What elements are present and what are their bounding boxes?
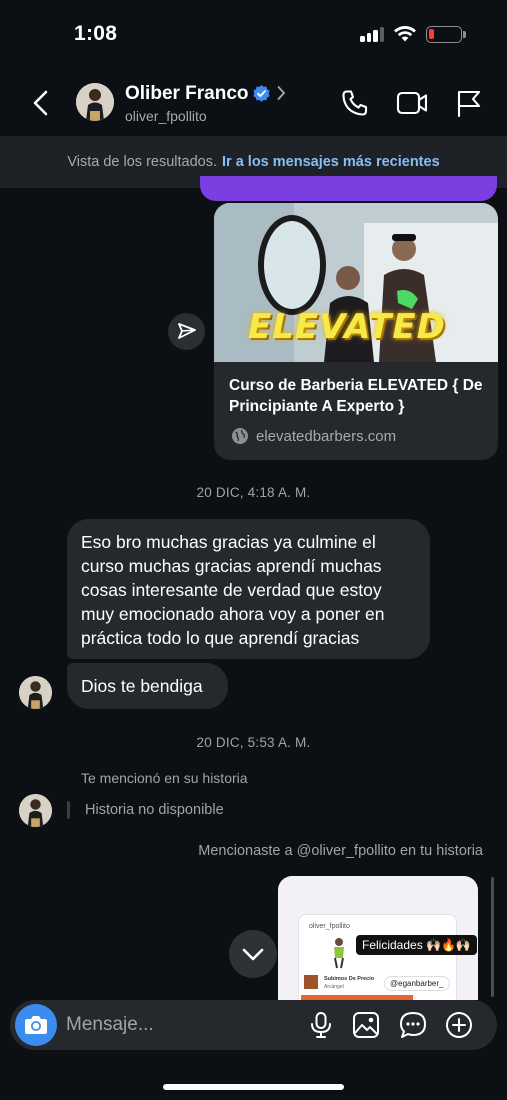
story-post-title: Subimos De Precio <box>324 976 375 982</box>
story-username: oliver_fpollito <box>309 923 350 930</box>
verified-badge-icon <box>253 84 270 102</box>
status-bar: 1:08 <box>0 0 507 70</box>
status-time: 1:08 <box>74 22 118 45</box>
link-preview-card[interactable]: ELEVATED Curso de Barberia ELEVATED { De… <box>214 203 498 460</box>
post-thumbnail <box>304 975 318 989</box>
link-title[interactable]: Curso de Barberia ELEVATED { De Principi… <box>229 375 487 417</box>
wifi-icon <box>394 25 416 42</box>
thumbnail-title: ELEVATED <box>248 307 446 347</box>
contact-username[interactable]: oliver_fpollito <box>125 108 207 124</box>
message-composer <box>10 1000 497 1050</box>
story-mention-out-label: Mencionaste a @oliver_fpollito en tu his… <box>198 843 483 859</box>
message-input[interactable] <box>66 1012 286 1038</box>
incoming-message-bubble[interactable]: Dios te bendiga <box>67 663 228 709</box>
globe-icon <box>232 428 248 444</box>
chevron-right-icon[interactable] <box>276 85 286 101</box>
outgoing-message-bubble[interactable] <box>200 176 497 201</box>
send-icon <box>178 323 196 339</box>
camera-icon <box>25 1016 47 1034</box>
gallery-icon[interactable] <box>351 1010 381 1040</box>
link-thumbnail: ELEVATED <box>214 203 498 362</box>
avatar[interactable] <box>19 676 52 709</box>
camera-button[interactable] <box>15 1004 57 1046</box>
battery-cap <box>463 31 466 38</box>
chat-header: Oliber Franco oliver_fpollito <box>0 72 507 136</box>
avatar[interactable] <box>76 83 114 121</box>
contact-name[interactable]: Oliber Franco <box>125 83 249 105</box>
chevron-down-icon <box>242 948 264 961</box>
scroll-to-bottom-button[interactable] <box>229 930 277 978</box>
avatar[interactable] <box>19 794 52 827</box>
scrollbar[interactable] <box>491 877 494 997</box>
link-domain[interactable]: elevatedbarbers.com <box>256 428 396 445</box>
story-mention-tag: @eganbarber_ <box>384 976 450 991</box>
flag-icon[interactable] <box>455 88 483 118</box>
share-button[interactable] <box>168 313 205 350</box>
story-post-subtitle: Arcángel <box>324 984 344 990</box>
story-mention-label: Te mencionó en su historia <box>81 770 248 786</box>
phone-icon[interactable] <box>340 88 370 118</box>
timestamp: 20 DIC, 4:18 A. M. <box>196 485 311 500</box>
story-preview-card[interactable]: oliver_fpollito Felicidades 🙌🏻🔥🙌🏻 Subimo… <box>278 876 478 1000</box>
plus-icon[interactable] <box>444 1010 474 1040</box>
person-figure-icon <box>334 938 344 969</box>
latest-messages-link[interactable]: Ir a los mensajes más recientes <box>222 154 440 170</box>
story-sticker-text: Felicidades 🙌🏻🔥🙌🏻 <box>356 935 477 955</box>
story-unavailable-text: Historia no disponible <box>85 802 224 818</box>
signal-icon <box>360 26 386 42</box>
incoming-message-bubble[interactable]: Eso bro muchas gracias ya culmine el cur… <box>67 519 430 659</box>
video-camera-icon[interactable] <box>396 89 428 117</box>
results-text: Vista de los resultados. <box>67 154 217 170</box>
microphone-icon[interactable] <box>306 1010 336 1040</box>
story-reply-bar <box>67 801 70 819</box>
timestamp: 20 DIC, 5:53 A. M. <box>196 735 311 750</box>
back-icon[interactable] <box>26 86 58 120</box>
home-indicator[interactable] <box>163 1084 344 1090</box>
battery-icon <box>426 26 462 43</box>
sticker-icon[interactable] <box>398 1010 428 1040</box>
